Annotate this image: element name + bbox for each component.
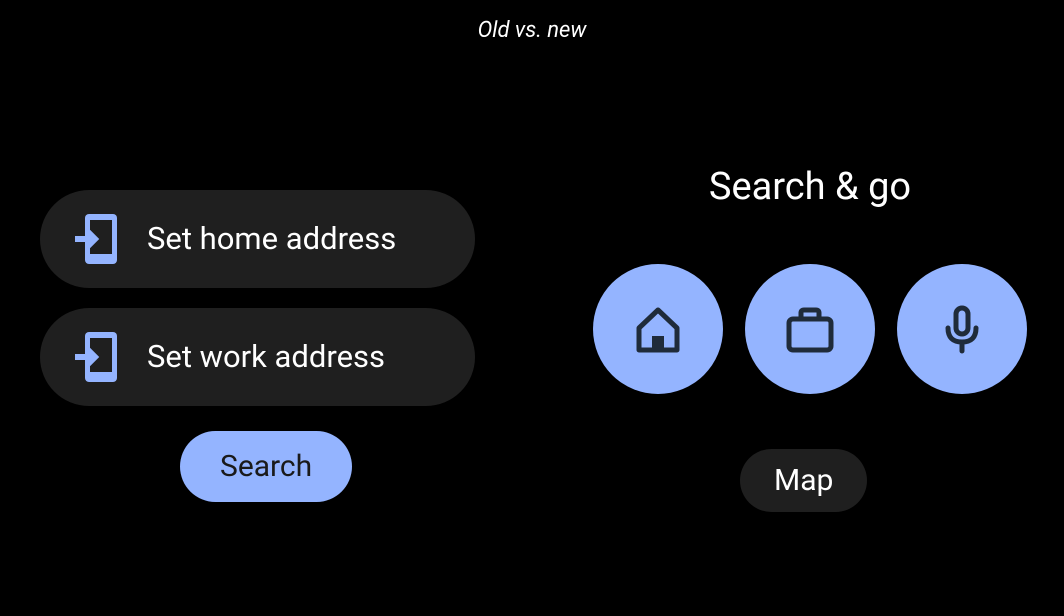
old-ui-panel: Set home address Set work address Search — [40, 190, 475, 502]
circle-button-row — [570, 264, 1050, 394]
set-work-address-button[interactable]: Set work address — [40, 308, 475, 406]
map-button[interactable]: Map — [740, 449, 867, 512]
set-work-label: Set work address — [147, 338, 385, 375]
phone-arrow-icon — [75, 212, 119, 266]
work-button[interactable] — [745, 264, 875, 394]
search-button-label: Search — [220, 449, 312, 484]
home-button[interactable] — [593, 264, 723, 394]
map-button-label: Map — [774, 463, 833, 498]
home-icon — [631, 302, 685, 356]
briefcase-icon — [783, 302, 837, 356]
mic-icon — [935, 302, 989, 356]
search-button[interactable]: Search — [180, 431, 352, 502]
page-title: Old vs. new — [478, 18, 587, 43]
new-ui-panel: Search & go — [570, 165, 1050, 512]
search-and-go-title: Search & go — [570, 165, 1050, 209]
voice-button[interactable] — [897, 264, 1027, 394]
set-home-label: Set home address — [147, 220, 396, 257]
set-home-address-button[interactable]: Set home address — [40, 190, 475, 288]
phone-arrow-icon — [75, 330, 119, 384]
